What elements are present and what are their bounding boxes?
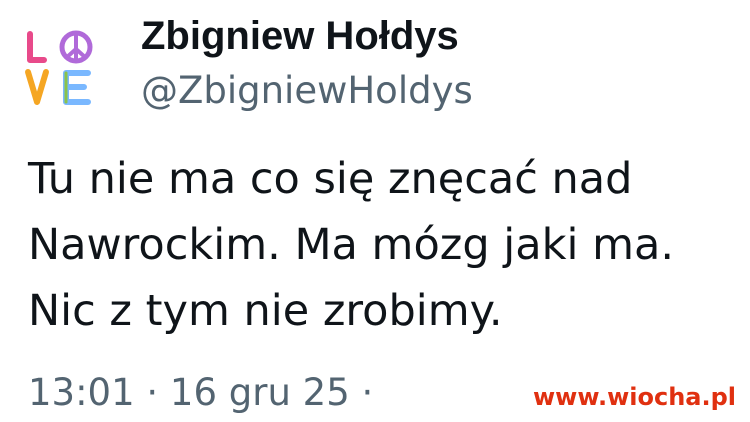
avatar[interactable] bbox=[18, 22, 110, 114]
author-display-name[interactable]: Zbigniew Hołdys bbox=[141, 10, 459, 62]
tweet-text-line: Nawrockim. Ma mózg jaki ma. bbox=[28, 220, 675, 270]
author-handle[interactable]: @ZbigniewHoldys bbox=[141, 67, 473, 115]
tweet-text-line: Nic z tym nie zrobimy. bbox=[28, 286, 503, 336]
tweet-text-line: Tu nie ma co się znęcać nad bbox=[28, 154, 633, 204]
love-peace-logo-icon bbox=[18, 22, 110, 114]
watermark: www.wiocha.pl bbox=[532, 383, 736, 411]
tweet-card: Zbigniew Hołdys @ZbigniewHoldys Tu nie m… bbox=[0, 0, 750, 422]
tweet-text: Tu nie ma co się znęcać nad Nawrockim. M… bbox=[28, 146, 748, 344]
tweet-timestamp[interactable]: 13:01 · 16 gru 25 · bbox=[28, 368, 373, 418]
